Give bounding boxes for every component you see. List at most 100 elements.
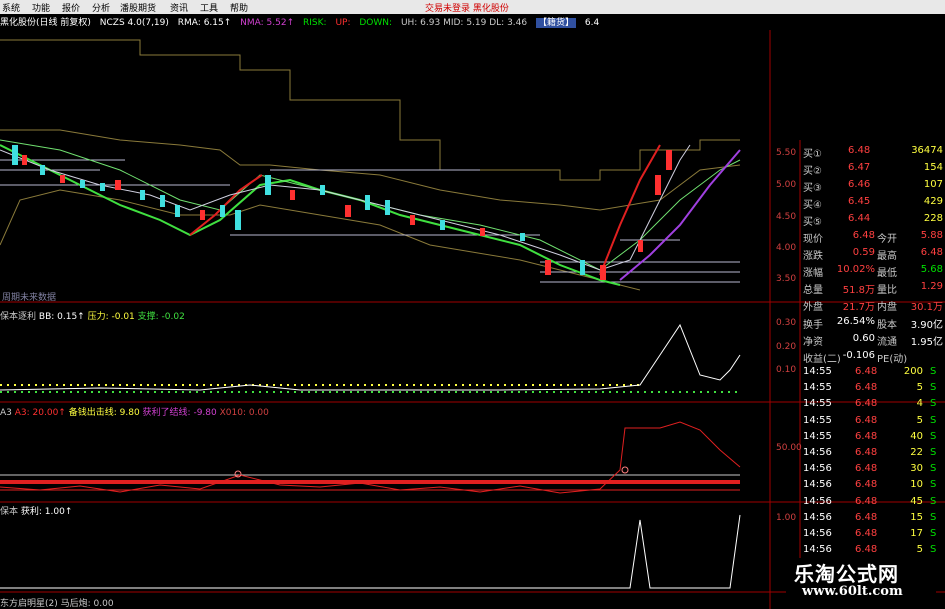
- tick-price: 6.48: [855, 430, 878, 442]
- stat2-value: 1.95亿: [910, 337, 943, 348]
- buy-level-volume: 154: [923, 162, 943, 173]
- p2-hl: 获利了结线: -9.80: [142, 408, 217, 418]
- stat-label: 总量: [803, 285, 823, 296]
- tick-time: 14:56: [803, 479, 832, 491]
- tick-price: 6.48: [855, 528, 878, 539]
- tick-time: 14:56: [803, 495, 832, 507]
- watermark-url: www.60lt.com: [802, 584, 903, 599]
- p3-label: 保本 获利: 1.00↑: [0, 504, 72, 517]
- stat2-value: 0.60: [852, 333, 875, 344]
- stat-label: 外盘: [803, 302, 823, 313]
- buy-level-price: 6.48: [848, 145, 871, 156]
- buy-level-label: 买③: [803, 183, 822, 194]
- tick-time: 14:55: [803, 398, 832, 410]
- buy-level-volume: 228: [923, 213, 943, 224]
- p2-bands: [0, 474, 740, 491]
- tick-side: S: [930, 495, 937, 507]
- p2-x010: X010: 0.00: [219, 408, 269, 418]
- stat2-value: 26.54%: [836, 316, 875, 327]
- tick-volume: 45: [910, 495, 923, 507]
- stat-label: 内盘: [877, 302, 897, 313]
- tick-price: 6.48: [855, 495, 878, 507]
- axis-p1-0: 0.30: [776, 318, 797, 328]
- buy-level-price: 6.45: [848, 196, 871, 207]
- level-lines: [0, 159, 740, 283]
- tick-volume: 15: [910, 511, 923, 523]
- tick-time: 14:56: [803, 511, 832, 523]
- buy-level-price: 6.47: [848, 162, 871, 173]
- buy-level-price: 6.44: [848, 213, 871, 224]
- p1-zc: 支撑: -0.02: [137, 312, 185, 322]
- stat2-label: 股本: [877, 320, 897, 331]
- p1-name: 保本逐利: [0, 312, 37, 322]
- stat2-value: 3.90亿: [910, 320, 943, 331]
- tick-price: 6.48: [855, 479, 878, 491]
- buy-level-volume: 107: [923, 179, 943, 190]
- stat2-value: -0.106: [842, 350, 875, 361]
- stat-value: 51.8万: [842, 285, 875, 296]
- tick-volume: 5: [916, 382, 923, 394]
- stat-value: 10.02%: [836, 264, 875, 275]
- tick-time: 14:55: [803, 414, 832, 426]
- stat-label: 最高: [877, 251, 897, 262]
- buy-level-label: 买④: [803, 200, 822, 211]
- stat-label: 现价: [803, 234, 823, 245]
- watermark-title: 乐淘公式网: [794, 562, 899, 586]
- p3-hl: 获利: 1.00↑: [20, 507, 73, 517]
- tick-price: 6.48: [855, 447, 878, 458]
- p2-name: A3: [0, 408, 12, 418]
- tick-price: 6.48: [855, 382, 878, 394]
- p4-mhp: 马后炮: 0.00: [60, 599, 114, 609]
- tick-time: 14:56: [803, 544, 832, 556]
- lower-band: [0, 189, 641, 291]
- p3-name: 保本: [0, 507, 19, 517]
- tick-volume: 4: [916, 398, 923, 410]
- stat2-label: PE(动): [877, 354, 908, 365]
- p1-bb: BB: 0.15↑: [38, 312, 85, 322]
- stat-value: 21.7万: [842, 302, 875, 313]
- buy-level-label: 买⑤: [803, 217, 822, 228]
- tick-volume: 5: [916, 544, 923, 556]
- upper-band: [0, 39, 740, 181]
- tick-volume: 10: [910, 479, 923, 491]
- tick-side: S: [930, 398, 937, 410]
- stat-value: 5.88: [920, 230, 943, 241]
- axis-main-3: 4.00: [776, 243, 797, 253]
- tick-side: S: [930, 430, 937, 442]
- tick-time: 14:56: [803, 528, 832, 539]
- p3-white-line: [0, 514, 741, 589]
- p4-label: 东方启明星(2) 马后炮: 0.00: [0, 596, 114, 609]
- axis-p1-2: 0.10: [776, 365, 797, 375]
- tick-side: S: [930, 544, 937, 556]
- axis-main-4: 3.50: [776, 274, 797, 284]
- tick-side: S: [930, 447, 937, 458]
- tick-time: 14:55: [803, 430, 832, 442]
- buy-level-volume: 36474: [911, 145, 943, 156]
- tick-side: S: [930, 528, 937, 539]
- p2-a3: A3: 20.00↑: [14, 408, 66, 418]
- tick-volume: 17: [910, 528, 923, 539]
- p2-marker-2: [621, 466, 629, 474]
- axis-p3-0: 1.00: [776, 513, 797, 523]
- stat2-label: 流通: [877, 337, 897, 348]
- tick-volume: 200: [903, 366, 923, 377]
- tick-time: 14:56: [803, 447, 832, 458]
- tick-side: S: [930, 479, 937, 491]
- tick-price: 6.48: [855, 463, 878, 475]
- tick-time: 14:55: [803, 382, 832, 394]
- stat-value: 6.48: [920, 247, 943, 258]
- axis-p2-0: 50.00: [776, 443, 802, 453]
- tick-volume: 5: [916, 414, 923, 426]
- tick-side: S: [930, 382, 937, 394]
- tick-volume: 40: [910, 430, 923, 442]
- stat-label: 涨幅: [803, 268, 823, 279]
- stat-label: 涨跌: [803, 251, 823, 262]
- tick-time: 14:56: [803, 463, 832, 475]
- stat-label: 今开: [877, 234, 897, 245]
- axis-main-0: 5.50: [776, 148, 797, 158]
- p1-yl: 压力: -0.01: [87, 312, 135, 322]
- stat-value: 30.1万: [910, 302, 943, 313]
- p4-name: 东方启明星(2): [0, 599, 58, 609]
- p2-label: A3 A3: 20.00↑ 备钱出击线: 9.80 获利了结线: -9.80 X…: [0, 405, 269, 418]
- stat-value: 0.59: [852, 247, 875, 258]
